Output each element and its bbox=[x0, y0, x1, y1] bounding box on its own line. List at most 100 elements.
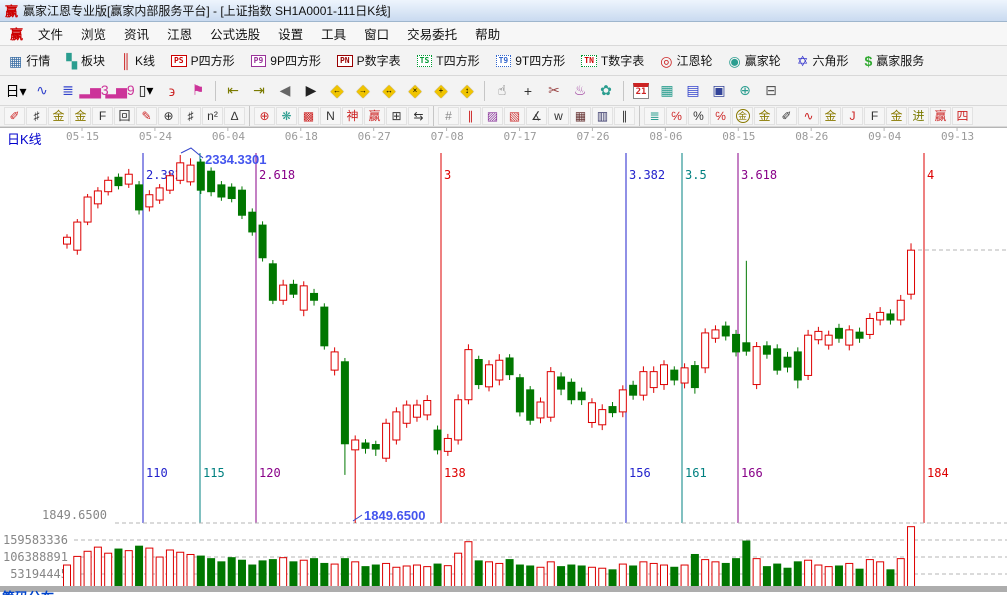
volume-bar[interactable] bbox=[588, 567, 595, 589]
gold-grid-2-button[interactable]: 金 bbox=[70, 107, 91, 125]
volume-bar[interactable] bbox=[619, 564, 626, 589]
span-measure-button[interactable]: ⇆ bbox=[408, 107, 429, 125]
trend-curve-button[interactable]: ∿ bbox=[30, 79, 54, 103]
gold-circle-button[interactable]: 金 bbox=[732, 107, 753, 125]
volume-bar[interactable] bbox=[94, 547, 101, 589]
candlestick[interactable] bbox=[280, 285, 287, 300]
toolbar-button-六角形[interactable]: ✡六角形 bbox=[792, 50, 854, 71]
time-grid-button[interactable]: ♯ bbox=[180, 107, 201, 125]
period-day-selector-button[interactable]: 日▾ bbox=[4, 79, 28, 103]
candlestick[interactable] bbox=[722, 326, 729, 336]
gold-grid-1-button[interactable]: 金 bbox=[48, 107, 69, 125]
fibonacci-grid-button[interactable]: F bbox=[92, 107, 113, 125]
kline-chart-area[interactable]: 05-1505-2406-0406-1806-2707-0807-1707-26… bbox=[0, 127, 1007, 595]
candlestick[interactable] bbox=[321, 307, 328, 346]
candlestick[interactable] bbox=[866, 318, 873, 334]
toolbar-button-T四方形[interactable]: TST四方形 bbox=[412, 50, 485, 71]
candlestick[interactable] bbox=[671, 370, 678, 380]
drag-hand-button[interactable]: ☝ bbox=[490, 79, 514, 103]
gold-lines-button[interactable]: 金 bbox=[754, 107, 775, 125]
toolbar-button-赢家轮[interactable]: ◉赢家轮 bbox=[723, 50, 785, 71]
candlestick[interactable] bbox=[136, 185, 143, 210]
volume-bar[interactable] bbox=[187, 554, 194, 589]
candlestick[interactable] bbox=[753, 347, 760, 385]
volume-bar[interactable] bbox=[897, 559, 904, 589]
volume-bar[interactable] bbox=[413, 565, 420, 589]
candlestick[interactable] bbox=[568, 382, 575, 399]
volume-bar[interactable] bbox=[84, 551, 91, 589]
volume-bar[interactable] bbox=[115, 549, 122, 589]
gann-diamond-vertical-button[interactable]: ◆↕ bbox=[455, 79, 479, 103]
volume-bar[interactable] bbox=[486, 562, 493, 589]
calculator-button[interactable]: ▦ bbox=[655, 79, 679, 103]
candlestick[interactable] bbox=[805, 335, 812, 375]
volume-bar[interactable] bbox=[475, 561, 482, 589]
candlestick[interactable] bbox=[403, 405, 410, 423]
window-grid-button[interactable]: # bbox=[438, 107, 459, 125]
volume-bar[interactable] bbox=[774, 564, 781, 589]
candlestick[interactable] bbox=[619, 390, 626, 412]
volume-bar[interactable] bbox=[866, 560, 873, 589]
pane-splitter[interactable] bbox=[0, 586, 1007, 592]
four-angle-button[interactable]: 四 bbox=[952, 107, 973, 125]
square-spiral-button[interactable]: 回 bbox=[114, 107, 135, 125]
candlestick[interactable] bbox=[238, 190, 245, 215]
j-angle-button[interactable]: J bbox=[842, 107, 863, 125]
angle-pencil-button[interactable]: ✎ bbox=[136, 107, 157, 125]
volume-bar[interactable] bbox=[218, 562, 225, 589]
candlestick[interactable] bbox=[599, 410, 606, 425]
volume-bar[interactable] bbox=[197, 556, 204, 589]
candlestick[interactable] bbox=[784, 357, 791, 367]
candlestick[interactable] bbox=[331, 352, 338, 370]
percent-line-1-button[interactable]: ℅ bbox=[666, 107, 687, 125]
volume-bar[interactable] bbox=[290, 562, 297, 589]
magic-tool-button[interactable]: ♨ bbox=[568, 79, 592, 103]
volume-bar[interactable] bbox=[496, 563, 503, 589]
candlestick[interactable] bbox=[228, 187, 235, 198]
network-globe-button[interactable]: ⊕ bbox=[733, 79, 757, 103]
calendar-button[interactable]: 21 bbox=[629, 79, 653, 103]
gold-angle-2-button[interactable]: 金 bbox=[886, 107, 907, 125]
volume-bar[interactable] bbox=[784, 568, 791, 589]
minor-cycle-9-button[interactable]: ▂▅9 bbox=[108, 79, 132, 103]
volume-bar[interactable] bbox=[763, 567, 770, 589]
volume-bar[interactable] bbox=[691, 554, 698, 589]
candlestick[interactable] bbox=[733, 334, 740, 351]
candlestick[interactable] bbox=[558, 377, 565, 389]
volume-bar[interactable] bbox=[444, 566, 451, 589]
candlestick[interactable] bbox=[352, 440, 359, 450]
parallel-lines-button[interactable]: ∥ bbox=[614, 107, 635, 125]
candlestick[interactable] bbox=[908, 250, 915, 294]
candlestick[interactable] bbox=[74, 222, 81, 250]
candlestick[interactable] bbox=[84, 197, 91, 222]
candlestick[interactable] bbox=[269, 264, 276, 300]
volume-bar[interactable] bbox=[650, 563, 657, 589]
candlestick[interactable] bbox=[588, 403, 595, 423]
winner-angle-button[interactable]: 赢 bbox=[930, 107, 951, 125]
candlestick[interactable] bbox=[372, 445, 379, 450]
candlestick[interactable] bbox=[465, 350, 472, 400]
volume-bar[interactable] bbox=[228, 558, 235, 589]
shade-grid-1-button[interactable]: ▨ bbox=[482, 107, 503, 125]
candlestick[interactable] bbox=[444, 438, 451, 451]
red-grid-button[interactable]: ▦ bbox=[570, 107, 591, 125]
volume-bar[interactable] bbox=[825, 567, 832, 589]
ray-fan-button[interactable]: ∥ bbox=[460, 107, 481, 125]
volume-bar[interactable] bbox=[372, 565, 379, 589]
volume-bar[interactable] bbox=[630, 566, 637, 589]
candlestick[interactable] bbox=[897, 300, 904, 320]
volume-bar[interactable] bbox=[660, 565, 667, 589]
volume-bar[interactable] bbox=[753, 559, 760, 589]
menu-item-窗口[interactable]: 窗口 bbox=[355, 26, 398, 44]
volume-bar[interactable] bbox=[599, 568, 606, 589]
menu-item-文件[interactable]: 文件 bbox=[29, 26, 72, 44]
winner-grid-button[interactable]: 赢 bbox=[364, 107, 385, 125]
volume-bar[interactable] bbox=[331, 564, 338, 589]
volume-bar[interactable] bbox=[424, 567, 431, 589]
gann-diamond-right-button[interactable]: ◆→ bbox=[351, 79, 375, 103]
page-right-button[interactable]: ▶ bbox=[299, 79, 323, 103]
wave-tool-button[interactable]: w bbox=[548, 107, 569, 125]
volume-bar[interactable] bbox=[640, 562, 647, 589]
candlestick[interactable] bbox=[743, 343, 750, 351]
cut-tool-button[interactable]: ✂ bbox=[542, 79, 566, 103]
